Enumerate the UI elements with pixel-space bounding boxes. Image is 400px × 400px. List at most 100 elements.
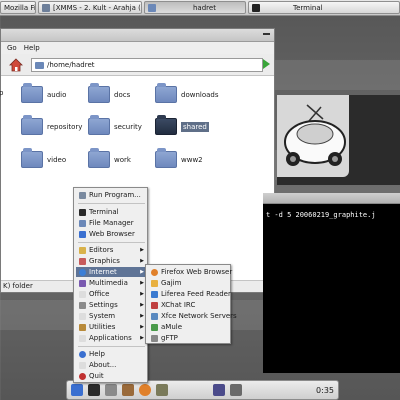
folder-icon bbox=[88, 83, 110, 103]
submenu-arrow-icon: ▶ bbox=[140, 335, 144, 341]
menu-item-label: Applications bbox=[89, 334, 132, 342]
folder-label: work bbox=[114, 155, 131, 164]
menu-item-liferea[interactable]: Liferea Feed Reader bbox=[148, 289, 231, 299]
menu-separator bbox=[78, 346, 145, 347]
xfce-main-menu: Run Program... Terminal File Manager Web… bbox=[73, 187, 148, 383]
menu-item-xchat[interactable]: XChat IRC bbox=[148, 300, 230, 310]
submenu-arrow-icon: ▶ bbox=[140, 302, 144, 308]
menu-item-file-manager[interactable]: File Manager bbox=[76, 218, 147, 228]
xfce-menu-icon[interactable] bbox=[71, 384, 83, 396]
menu-separator bbox=[78, 203, 145, 204]
menu-item-settings[interactable]: Settings ▶ bbox=[76, 300, 147, 310]
submenu-arrow-icon: ▶ bbox=[140, 258, 144, 264]
submenu-arrow-icon: ▶ bbox=[140, 247, 144, 253]
file-manager-icon bbox=[79, 219, 86, 227]
folder-item[interactable]: security bbox=[88, 115, 142, 135]
menu-item-utilities[interactable]: Utilities ▶ bbox=[76, 322, 147, 332]
folder-item[interactable]: www2 bbox=[155, 148, 203, 168]
gimp-icon[interactable] bbox=[156, 384, 168, 396]
folder-label: docs bbox=[114, 90, 131, 99]
terminal-window[interactable]: t -d 5 20060219_graphite.j bbox=[263, 204, 400, 373]
terminal-titlebar[interactable] bbox=[263, 193, 400, 204]
folder-icon bbox=[155, 148, 177, 168]
menu-item-label: Gajim bbox=[161, 279, 182, 287]
system-icon bbox=[79, 312, 86, 320]
folder-label: repository bbox=[47, 122, 83, 131]
terminal-icon bbox=[252, 3, 260, 12]
mouse-picture bbox=[277, 95, 349, 177]
window-titlebar[interactable] bbox=[1, 29, 274, 42]
graphics-icon bbox=[79, 257, 86, 265]
home-icon[interactable] bbox=[9, 58, 23, 72]
folder-icon bbox=[88, 115, 110, 135]
folder-item[interactable]: work bbox=[88, 148, 131, 168]
menu-item-network-servers[interactable]: Xfce Network Servers bbox=[148, 311, 237, 321]
multimedia-icon bbox=[79, 279, 86, 287]
menu-item-amule[interactable]: aMule bbox=[148, 322, 230, 332]
menu-item-office[interactable]: Office ▶ bbox=[76, 289, 147, 299]
clock[interactable]: 0:35 bbox=[316, 386, 334, 395]
task-label: hadret bbox=[193, 3, 216, 12]
menu-item-internet[interactable]: Internet ▶ bbox=[76, 267, 147, 277]
folder-icon bbox=[155, 83, 177, 103]
menu-item-terminal[interactable]: Terminal bbox=[76, 207, 147, 217]
folder-item[interactable]: video bbox=[21, 148, 66, 168]
help-icon bbox=[79, 350, 86, 358]
tools-icon[interactable] bbox=[122, 384, 134, 396]
menu-item-run-program[interactable]: Run Program... bbox=[76, 190, 147, 200]
menu-item-gftp[interactable]: gFTP bbox=[148, 333, 230, 343]
image-viewer-window bbox=[277, 95, 400, 185]
minimize-icon[interactable] bbox=[263, 33, 270, 35]
task-label: Terminal bbox=[293, 3, 323, 12]
menu-item-graphics[interactable]: Graphics ▶ bbox=[76, 256, 147, 266]
location-bar[interactable]: /home/hadret bbox=[31, 58, 263, 72]
menu-help[interactable]: Help bbox=[24, 44, 40, 52]
folder-item[interactable]: repository bbox=[21, 115, 83, 135]
folder-item[interactable]: docs bbox=[88, 83, 131, 103]
terminal-icon bbox=[79, 208, 86, 216]
task-firefox[interactable]: Mozilla Firefo bbox=[0, 1, 36, 14]
folder-icon bbox=[88, 148, 110, 168]
network-icon[interactable] bbox=[213, 384, 225, 396]
menu-item-web-browser[interactable]: Web Browser bbox=[76, 229, 147, 239]
menu-item-label: System bbox=[89, 312, 116, 320]
firefox-icon[interactable] bbox=[139, 384, 151, 396]
bottom-panel: 0:35 bbox=[66, 380, 339, 400]
menu-item-editors[interactable]: Editors ▶ bbox=[76, 245, 147, 255]
menu-item-label: Editors bbox=[89, 246, 114, 254]
menu-item-about[interactable]: About... bbox=[76, 360, 147, 370]
menu-item-label: Internet bbox=[89, 268, 117, 276]
screenshot-icon[interactable] bbox=[230, 384, 242, 396]
menu-item-multimedia[interactable]: Multimedia ▶ bbox=[76, 278, 147, 288]
folder-item[interactable]: audio bbox=[21, 83, 66, 103]
folder-icon bbox=[21, 83, 43, 103]
taskbar: Mozilla Firefo [XMMS - 2. Kult - Arahja … bbox=[0, 0, 400, 16]
folder-item[interactable]: p bbox=[0, 89, 3, 97]
settings-icon bbox=[79, 301, 86, 309]
task-terminal[interactable]: Terminal bbox=[248, 1, 400, 14]
menu-item-gajim[interactable]: Gajim bbox=[148, 278, 230, 288]
internet-icon bbox=[79, 268, 86, 276]
task-xmms[interactable]: [XMMS - 2. Kult - Arahja (3:40 bbox=[38, 1, 142, 14]
folder-icon bbox=[35, 61, 44, 69]
folder-icon bbox=[21, 115, 43, 135]
menu-item-firefox[interactable]: Firefox Web Browser bbox=[148, 267, 232, 277]
folder-item[interactable]: downloads bbox=[155, 83, 219, 103]
run-icon bbox=[79, 191, 86, 199]
menu-item-label: Run Program... bbox=[89, 191, 141, 199]
folder-item-selected[interactable]: shared bbox=[155, 115, 209, 135]
menu-item-label: Utilities bbox=[89, 323, 116, 331]
editor-icon[interactable] bbox=[105, 384, 117, 396]
menu-item-applications[interactable]: Applications ▶ bbox=[76, 333, 147, 343]
submenu-arrow-icon: ▶ bbox=[140, 313, 144, 319]
go-icon[interactable] bbox=[263, 59, 270, 69]
menu-item-label: aMule bbox=[161, 323, 183, 331]
liferea-icon bbox=[151, 290, 158, 298]
menu-item-help[interactable]: Help bbox=[76, 349, 147, 359]
task-hadret[interactable]: hadret bbox=[144, 1, 246, 14]
menu-go[interactable]: Go bbox=[7, 44, 17, 52]
menu-item-system[interactable]: System ▶ bbox=[76, 311, 147, 321]
menu-item-quit[interactable]: Quit bbox=[76, 371, 147, 381]
terminal-icon[interactable] bbox=[88, 384, 100, 396]
menu-item-label: Help bbox=[89, 350, 105, 358]
